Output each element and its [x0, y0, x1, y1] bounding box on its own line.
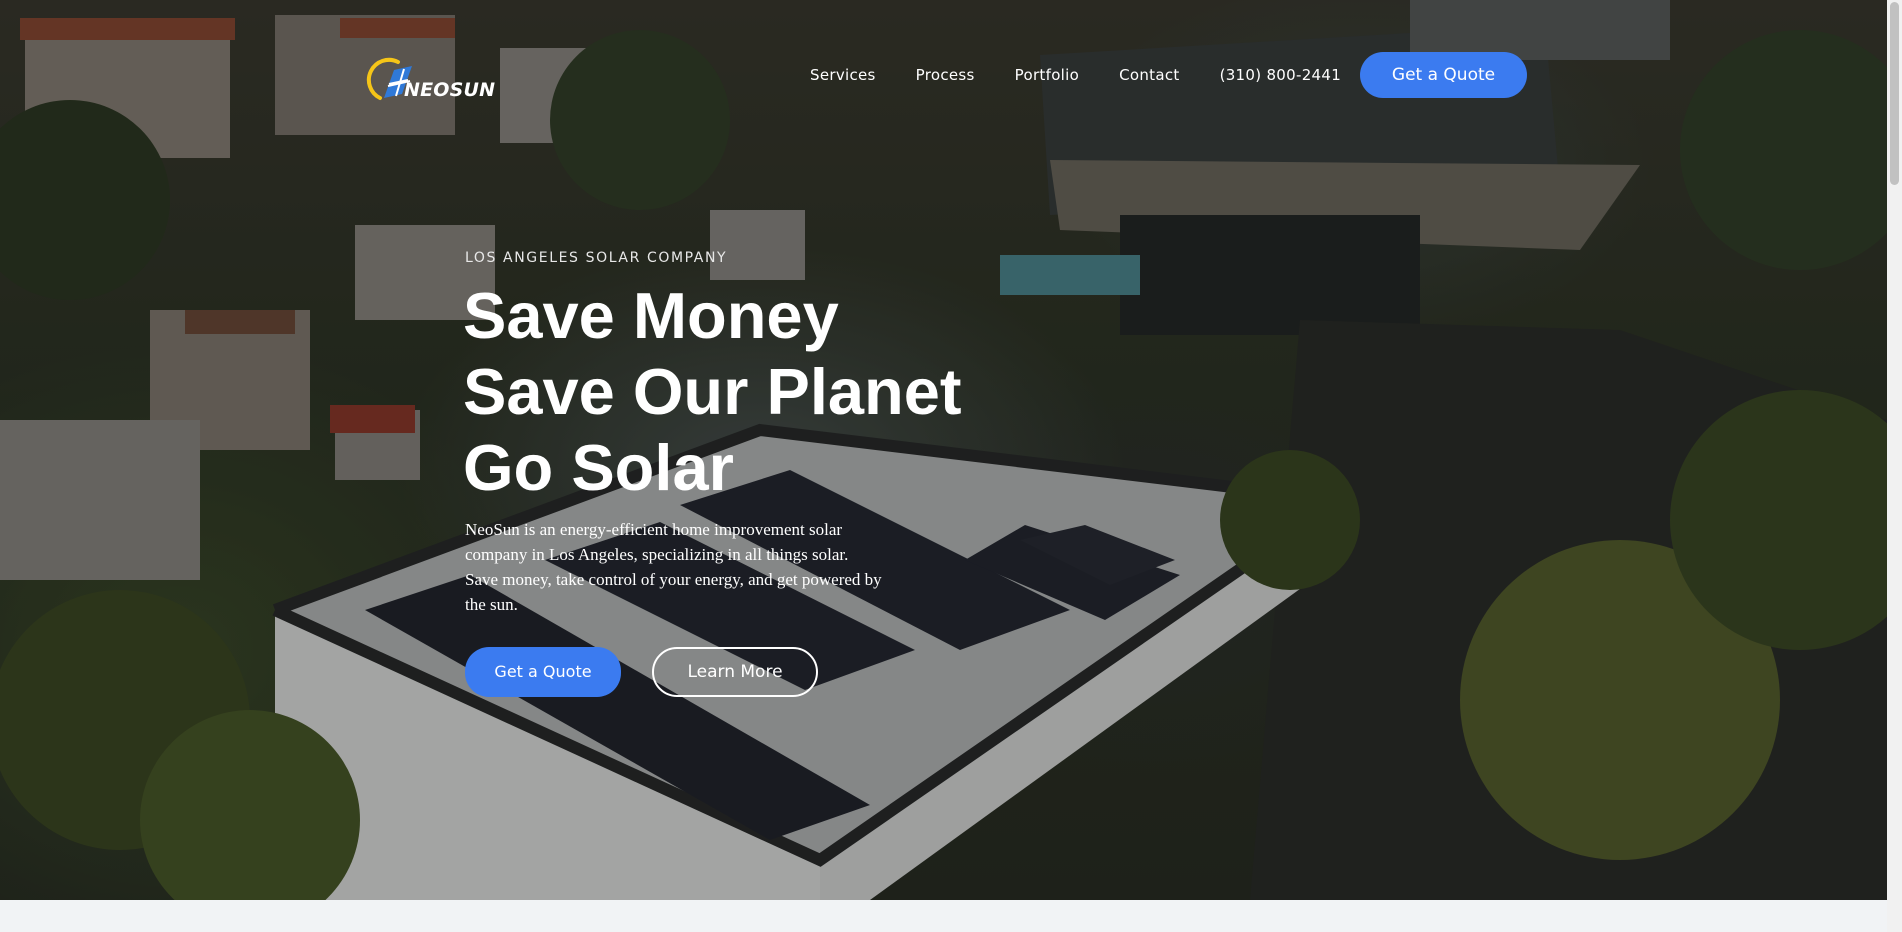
page-viewport: NEOSUN Services Process Portfolio Contac…: [0, 0, 1902, 932]
hero-get-quote-button[interactable]: Get a Quote: [465, 647, 621, 697]
main-nav: Services Process Portfolio Contact (310)…: [790, 52, 1361, 98]
nav-item-phone[interactable]: (310) 800-2441: [1220, 66, 1342, 84]
scrollbar-thumb[interactable]: [1890, 2, 1899, 185]
nav-item-contact[interactable]: Contact: [1119, 66, 1179, 84]
nav-get-quote-button[interactable]: Get a Quote: [1360, 52, 1527, 98]
nav-item-process[interactable]: Process: [916, 66, 975, 84]
headline-line-3: Go Solar: [463, 431, 734, 504]
page-scrollbar[interactable]: [1887, 0, 1902, 932]
logo-wordmark: NEOSUN: [404, 79, 496, 101]
headline-line-2: Save Our Planet: [463, 355, 962, 428]
headline-line-1: Save Money: [463, 279, 839, 352]
next-section-strip: [0, 900, 1887, 932]
nav-item-services[interactable]: Services: [810, 66, 876, 84]
hero-headline: Save Money Save Our Planet Go Solar: [463, 278, 962, 506]
nav-item-portfolio[interactable]: Portfolio: [1015, 66, 1079, 84]
hero-learn-more-button[interactable]: Learn More: [652, 647, 818, 697]
hero-kicker: LOS ANGELES SOLAR COMPANY: [465, 250, 728, 266]
neosun-logo[interactable]: NEOSUN: [358, 50, 498, 104]
hero-description: NeoSun is an energy-efficient home impro…: [465, 520, 882, 614]
